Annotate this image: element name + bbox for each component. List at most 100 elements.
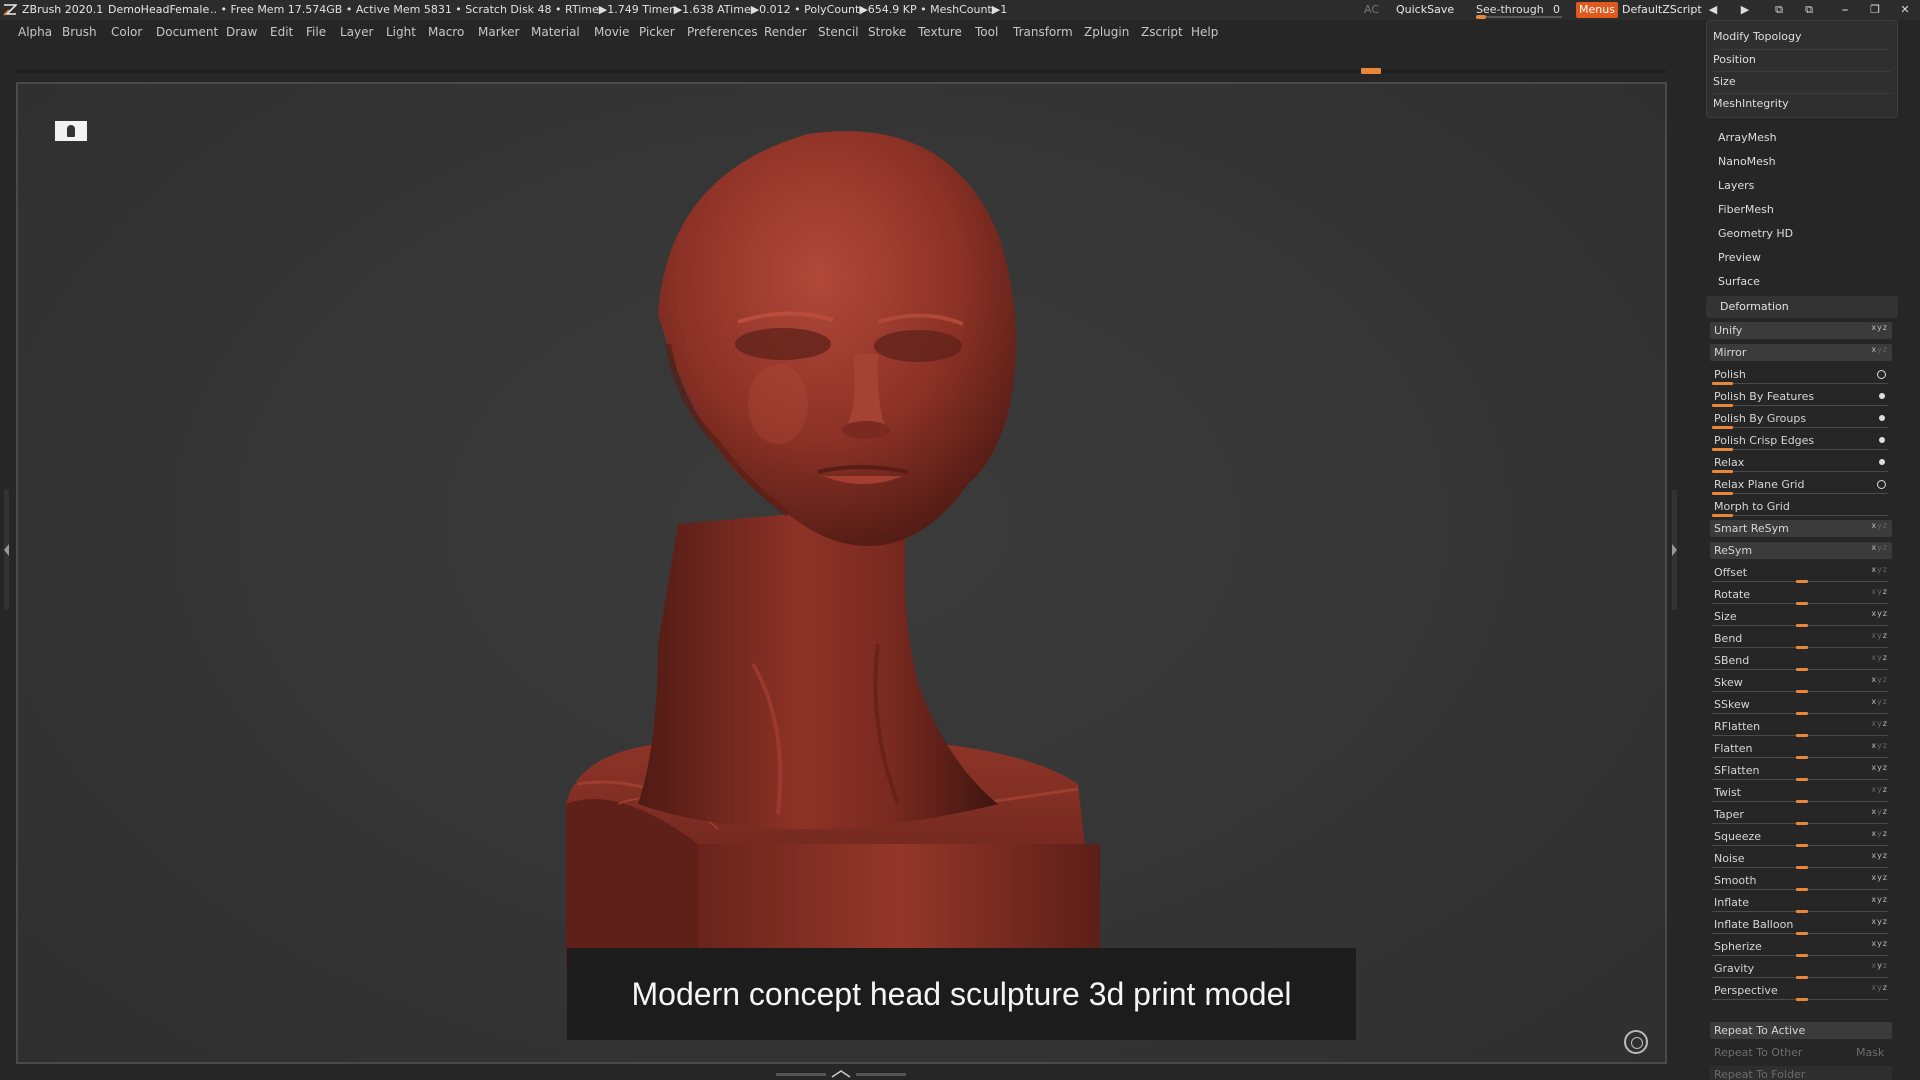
deformation-squeeze-slider[interactable]: Squeeze xyz [1710,828,1892,848]
slider-knob[interactable] [1796,778,1808,781]
mask-toggle[interactable]: Mask [1852,1044,1892,1061]
axis-toggles-icon[interactable]: xyz [1871,693,1888,711]
slider-knob[interactable] [1796,624,1808,627]
axis-toggles-icon[interactable]: xyz [1871,539,1888,556]
slider-knob[interactable] [1796,756,1808,759]
deformation-sskew-slider[interactable]: SSkew xyz [1710,696,1892,716]
menu-picker[interactable]: Picker [639,20,675,44]
menu-edit[interactable]: Edit [270,20,293,44]
axis-toggles-icon[interactable]: xyz [1871,979,1888,997]
arraymesh-subpalette[interactable]: ArrayMesh [1718,128,1888,148]
deformation-morph-to-grid-slider[interactable]: Morph to Grid [1710,498,1892,518]
deformation-mirror-button[interactable]: Mirror xyz [1710,344,1892,361]
toggle-ring-icon[interactable] [1877,480,1886,489]
deformation-subpalette-header[interactable]: Deformation [1706,296,1898,318]
deformation-relax-slider[interactable]: Relax [1710,454,1892,474]
deformation-skew-slider[interactable]: Skew xyz [1710,674,1892,694]
nanomesh-subpalette[interactable]: NanoMesh [1718,152,1888,172]
modify-topology-button[interactable]: Modify Topology [1713,27,1891,47]
deformation-polish-by-groups-slider[interactable]: Polish By Groups [1710,410,1892,430]
slider-knob[interactable] [1796,910,1808,913]
deformation-sflatten-slider[interactable]: SFlatten xyz [1710,762,1892,782]
deformation-offset-slider[interactable]: Offset xyz [1710,564,1892,584]
slider-knob[interactable] [1712,492,1734,495]
toggle-dot-icon[interactable] [1879,437,1885,443]
slider-knob[interactable] [1796,954,1808,957]
interface-right-icon[interactable]: ▶ [1738,3,1752,17]
slider-knob[interactable] [1712,382,1734,385]
menu-texture[interactable]: Texture [918,20,962,44]
slider-knob[interactable] [1796,602,1808,605]
menus-toggle[interactable]: Menus [1576,2,1618,18]
deformation-polish-crisp-edges-slider[interactable]: Polish Crisp Edges [1710,432,1892,452]
menu-zplugin[interactable]: Zplugin [1084,20,1129,44]
geometry-hd-subpalette[interactable]: Geometry HD [1718,224,1888,244]
see-through-knob[interactable] [1476,15,1486,19]
fibermesh-subpalette[interactable]: FiberMesh [1718,200,1888,220]
slider-knob[interactable] [1796,866,1808,869]
toggle-ring-icon[interactable] [1877,370,1886,379]
ac-toggle[interactable]: AC [1364,0,1379,20]
axis-toggles-icon[interactable]: xyz [1871,583,1888,601]
repeat-to-active-button[interactable]: Repeat To Active [1710,1022,1892,1039]
deformation-polish-slider[interactable]: Polish [1710,366,1892,386]
layers-subpalette[interactable]: Layers [1718,176,1888,196]
axis-toggles-icon[interactable]: xyz [1871,561,1888,579]
deformation-smart-resym-button[interactable]: Smart ReSym xyz [1710,520,1892,537]
deformation-smooth-slider[interactable]: Smooth xyz [1710,872,1892,892]
slider-knob[interactable] [1712,448,1734,451]
toggle-dot-icon[interactable] [1879,415,1885,421]
slider-knob[interactable] [1796,976,1808,979]
minimize-icon[interactable]: ⎯ [1838,3,1852,17]
slider-knob[interactable] [1712,470,1734,473]
menu-color[interactable]: Color [111,20,142,44]
deformation-inflate-balloon-slider[interactable]: Inflate Balloon xyz [1710,916,1892,936]
axis-toggles-icon[interactable]: xyz [1871,891,1888,909]
deformation-gravity-slider[interactable]: Gravity xyz [1710,960,1892,980]
bottom-shelf-handle[interactable] [776,1070,906,1078]
menu-help[interactable]: Help [1191,20,1218,44]
axis-toggles-icon[interactable]: xyz [1871,847,1888,865]
slider-knob[interactable] [1796,998,1808,1001]
menu-draw[interactable]: Draw [226,20,257,44]
menu-material[interactable]: Material [531,20,580,44]
layout-alt-icon[interactable]: ⧉ [1802,3,1816,17]
slider-knob[interactable] [1796,888,1808,891]
axis-toggles-icon[interactable]: xyz [1871,671,1888,689]
slider-knob[interactable] [1712,426,1734,429]
axis-toggles-icon[interactable]: xyz [1871,935,1888,953]
head-sculpture[interactable] [18,84,1667,1064]
menu-transform[interactable]: Transform [1013,20,1073,44]
menu-document[interactable]: Document [156,20,218,44]
axis-toggles-icon[interactable]: xyz [1871,803,1888,821]
slider-knob[interactable] [1796,668,1808,671]
slider-knob[interactable] [1796,932,1808,935]
canvas-viewport[interactable]: Modern concept head sculpture 3d print m… [16,82,1667,1064]
deformation-taper-slider[interactable]: Taper xyz [1710,806,1892,826]
menu-movie[interactable]: Movie [594,20,630,44]
deformation-unify-button[interactable]: Unify xyz [1710,322,1892,339]
menu-stroke[interactable]: Stroke [868,20,906,44]
axis-toggles-icon[interactable]: xyz [1871,319,1888,336]
default-zscript-button[interactable]: DefaultZScript [1622,0,1702,20]
deformation-rotate-slider[interactable]: Rotate xyz [1710,586,1892,606]
slider-knob[interactable] [1796,800,1808,803]
axis-toggles-icon[interactable]: xyz [1871,957,1888,975]
menu-render[interactable]: Render [764,20,807,44]
preview-subpalette[interactable]: Preview [1718,248,1888,268]
axis-toggles-icon[interactable]: xyz [1871,759,1888,777]
slider-knob[interactable] [1796,822,1808,825]
menu-file[interactable]: File [306,20,326,44]
see-through-slider[interactable]: See-through 0 [1476,0,1562,20]
mesh-integrity-button[interactable]: MeshIntegrity [1713,93,1891,113]
slider-knob[interactable] [1796,844,1808,847]
position-button[interactable]: Position [1713,49,1891,69]
axis-toggles-icon[interactable]: xyz [1871,649,1888,667]
close-icon[interactable]: ✕ [1898,3,1912,17]
menu-marker[interactable]: Marker [478,20,519,44]
axis-toggles-icon[interactable]: xyz [1871,715,1888,733]
deformation-noise-slider[interactable]: Noise xyz [1710,850,1892,870]
menu-macro[interactable]: Macro [428,20,464,44]
surface-subpalette[interactable]: Surface [1718,272,1888,292]
axis-toggles-icon[interactable]: xyz [1871,517,1888,534]
